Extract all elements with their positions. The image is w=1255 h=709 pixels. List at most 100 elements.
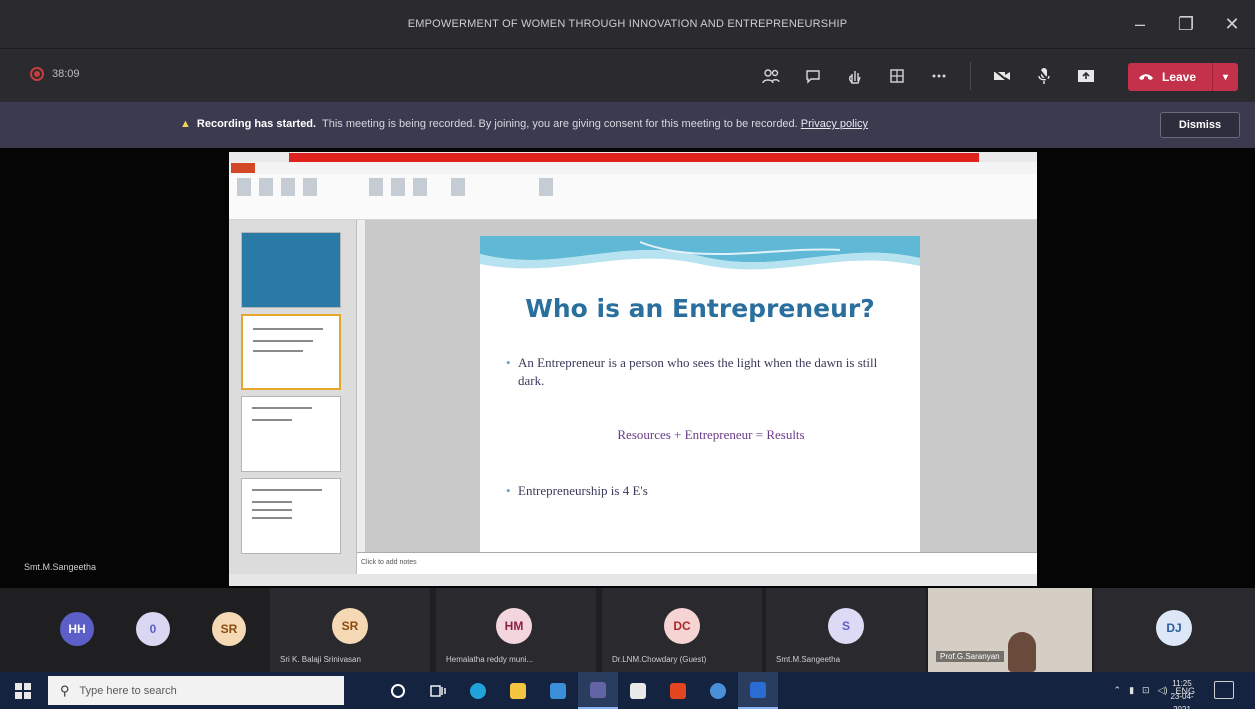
slide-bullet: An Entrepreneur is a person who sees the… xyxy=(506,354,886,390)
participant-tile[interactable]: S Smt.M.Sangeetha xyxy=(766,588,926,672)
participant-avatar: HM xyxy=(496,608,532,644)
ppt-status-bar xyxy=(229,574,1037,586)
leave-dropdown-chevron-icon[interactable]: ▾ xyxy=(1212,63,1238,91)
participants-icon[interactable] xyxy=(750,61,792,91)
notes-pane[interactable]: Click to add notes xyxy=(357,552,1037,574)
word-icon[interactable] xyxy=(738,672,778,709)
thumb-line xyxy=(252,489,322,491)
participant-tile[interactable]: DC Dr.LNM.Chowdary (Guest) xyxy=(602,588,762,672)
clock-time: 11:25 xyxy=(1172,679,1192,688)
window-controls: – ❐ ✕ xyxy=(1117,0,1255,48)
meeting-timer: 38:09 xyxy=(52,68,80,80)
camera-off-icon[interactable] xyxy=(981,61,1023,91)
slide-thumbnail-selected[interactable] xyxy=(241,314,341,390)
ribbon-reset-icon xyxy=(303,178,317,196)
banner-message: This meeting is being recorded. By joini… xyxy=(322,118,798,130)
slide-thumbnail[interactable] xyxy=(241,478,341,554)
ribbon-paste-icon xyxy=(237,178,251,196)
recording-banner: ▲ Recording has started. This meeting is … xyxy=(0,102,1255,148)
system-clock[interactable]: 11:25 23-04-2021 xyxy=(1162,677,1202,709)
start-button[interactable] xyxy=(0,672,46,709)
share-screen-icon[interactable] xyxy=(1065,61,1107,91)
toolbar-divider xyxy=(970,62,971,90)
thumb-line xyxy=(253,350,303,352)
mic-off-icon[interactable] xyxy=(1023,61,1065,91)
participant-avatar: S xyxy=(828,608,864,644)
cortana-icon[interactable] xyxy=(378,672,418,709)
tray-app-icon[interactable]: ▮ xyxy=(1129,685,1134,696)
thumb-line xyxy=(253,328,323,330)
warning-icon: ▲ xyxy=(180,118,191,130)
participant-avatar: DC xyxy=(664,608,700,644)
office-icon[interactable] xyxy=(658,672,698,709)
chat-icon[interactable] xyxy=(792,61,834,91)
shared-screen: Who is an Entrepreneur? An Entrepreneur … xyxy=(229,152,1037,586)
chrome-icon[interactable] xyxy=(698,672,738,709)
avatar-initials: DJ xyxy=(1166,621,1182,635)
network-icon[interactable]: ⊡ xyxy=(1142,685,1150,696)
ppt-file-tab xyxy=(231,163,255,173)
tray-chevron-icon[interactable]: ⌃ xyxy=(1114,685,1122,696)
participant-avatar[interactable]: SR xyxy=(212,612,246,646)
search-icon: ⚲ xyxy=(60,682,70,698)
avatar-initials: DC xyxy=(673,619,691,633)
taskbar-apps xyxy=(378,672,778,709)
avatar-initials: S xyxy=(841,619,850,633)
calendar-app-icon[interactable] xyxy=(618,672,658,709)
ribbon-layout-icon xyxy=(281,178,295,196)
participant-video-person xyxy=(1008,632,1036,672)
phone-icon xyxy=(1139,74,1153,80)
more-options-icon[interactable] xyxy=(918,61,960,91)
ribbon-find-icon xyxy=(539,178,553,196)
meeting-toolbar: 38:09 Leave ▾ xyxy=(0,48,1255,102)
ppt-ribbon-tabs xyxy=(229,162,1037,174)
avatar-initials: HM xyxy=(504,619,524,633)
notification-center-icon[interactable] xyxy=(1214,681,1234,699)
slide-thumbnail[interactable] xyxy=(241,232,341,308)
dismiss-button[interactable]: Dismiss xyxy=(1160,112,1240,138)
title-bar: EMPOWERMENT OF WOMEN THROUGH INNOVATION … xyxy=(0,0,1255,48)
ppt-ribbon xyxy=(229,174,1037,220)
participant-avatar[interactable]: 0 xyxy=(136,612,170,646)
raise-hand-icon[interactable] xyxy=(834,61,876,91)
clock-date: 23-04-2021 xyxy=(1170,692,1194,709)
participant-gallery: HH 0 SR SR Sri K. Balaji Srinivasan HM H… xyxy=(0,588,1255,672)
slide-formula: Resources + Entrepreneur = Results xyxy=(617,427,805,442)
vertical-ruler xyxy=(357,220,365,566)
participant-tile[interactable]: DJ xyxy=(1094,588,1255,672)
slide-title: Who is an Entrepreneur? xyxy=(525,294,875,323)
edge-icon[interactable] xyxy=(458,672,498,709)
current-slide: Who is an Entrepreneur? An Entrepreneur … xyxy=(480,236,920,552)
taskbar-search-box[interactable]: ⚲ Type here to search xyxy=(48,676,344,705)
meeting-title: EMPOWERMENT OF WOMEN THROUGH INNOVATION … xyxy=(407,18,848,30)
privacy-policy-link[interactable]: Privacy policy xyxy=(801,118,868,130)
maximize-icon[interactable]: ❐ xyxy=(1163,14,1209,35)
leave-button[interactable]: Leave ▾ xyxy=(1128,63,1238,91)
participant-avatar: DJ xyxy=(1156,610,1192,646)
participant-name: Dr.LNM.Chowdary (Guest) xyxy=(612,655,707,664)
participant-avatar[interactable]: HH xyxy=(60,612,94,646)
close-icon[interactable]: ✕ xyxy=(1209,14,1255,35)
participant-tile-group: HH 0 SR xyxy=(0,588,268,672)
thumb-line xyxy=(252,517,292,519)
store-icon[interactable] xyxy=(538,672,578,709)
windows-taskbar: ⚲ Type here to search ⌃ ▮ ⊡ ◁) ENG 11:25… xyxy=(0,672,1255,709)
participant-tile[interactable]: SR Sri K. Balaji Srinivasan xyxy=(270,588,430,672)
slide-thumbnail[interactable] xyxy=(241,396,341,472)
file-explorer-icon[interactable] xyxy=(498,672,538,709)
minimize-icon[interactable]: – xyxy=(1117,14,1163,35)
avatar-initials: HH xyxy=(68,622,86,636)
participant-name: Sri K. Balaji Srinivasan xyxy=(280,655,361,664)
ribbon-shapes-icon xyxy=(451,178,465,196)
ppt-title-bar xyxy=(229,152,1037,162)
content-stage: Who is an Entrepreneur? An Entrepreneur … xyxy=(0,148,1255,588)
rooms-icon[interactable] xyxy=(876,61,918,91)
ppt-red-strip xyxy=(289,153,979,162)
slide-bullet: Entrepreneurship is 4 E's xyxy=(506,482,886,500)
participant-video-tile[interactable]: Prof.G.Saranyan xyxy=(928,588,1092,672)
participant-tile[interactable]: HM Hemalatha reddy muni... xyxy=(436,588,596,672)
avatar-initials: 0 xyxy=(149,622,157,636)
teams-icon[interactable] xyxy=(578,672,618,709)
task-view-icon[interactable] xyxy=(418,672,458,709)
slide-body: An Entrepreneur is a person who sees the… xyxy=(506,354,886,500)
